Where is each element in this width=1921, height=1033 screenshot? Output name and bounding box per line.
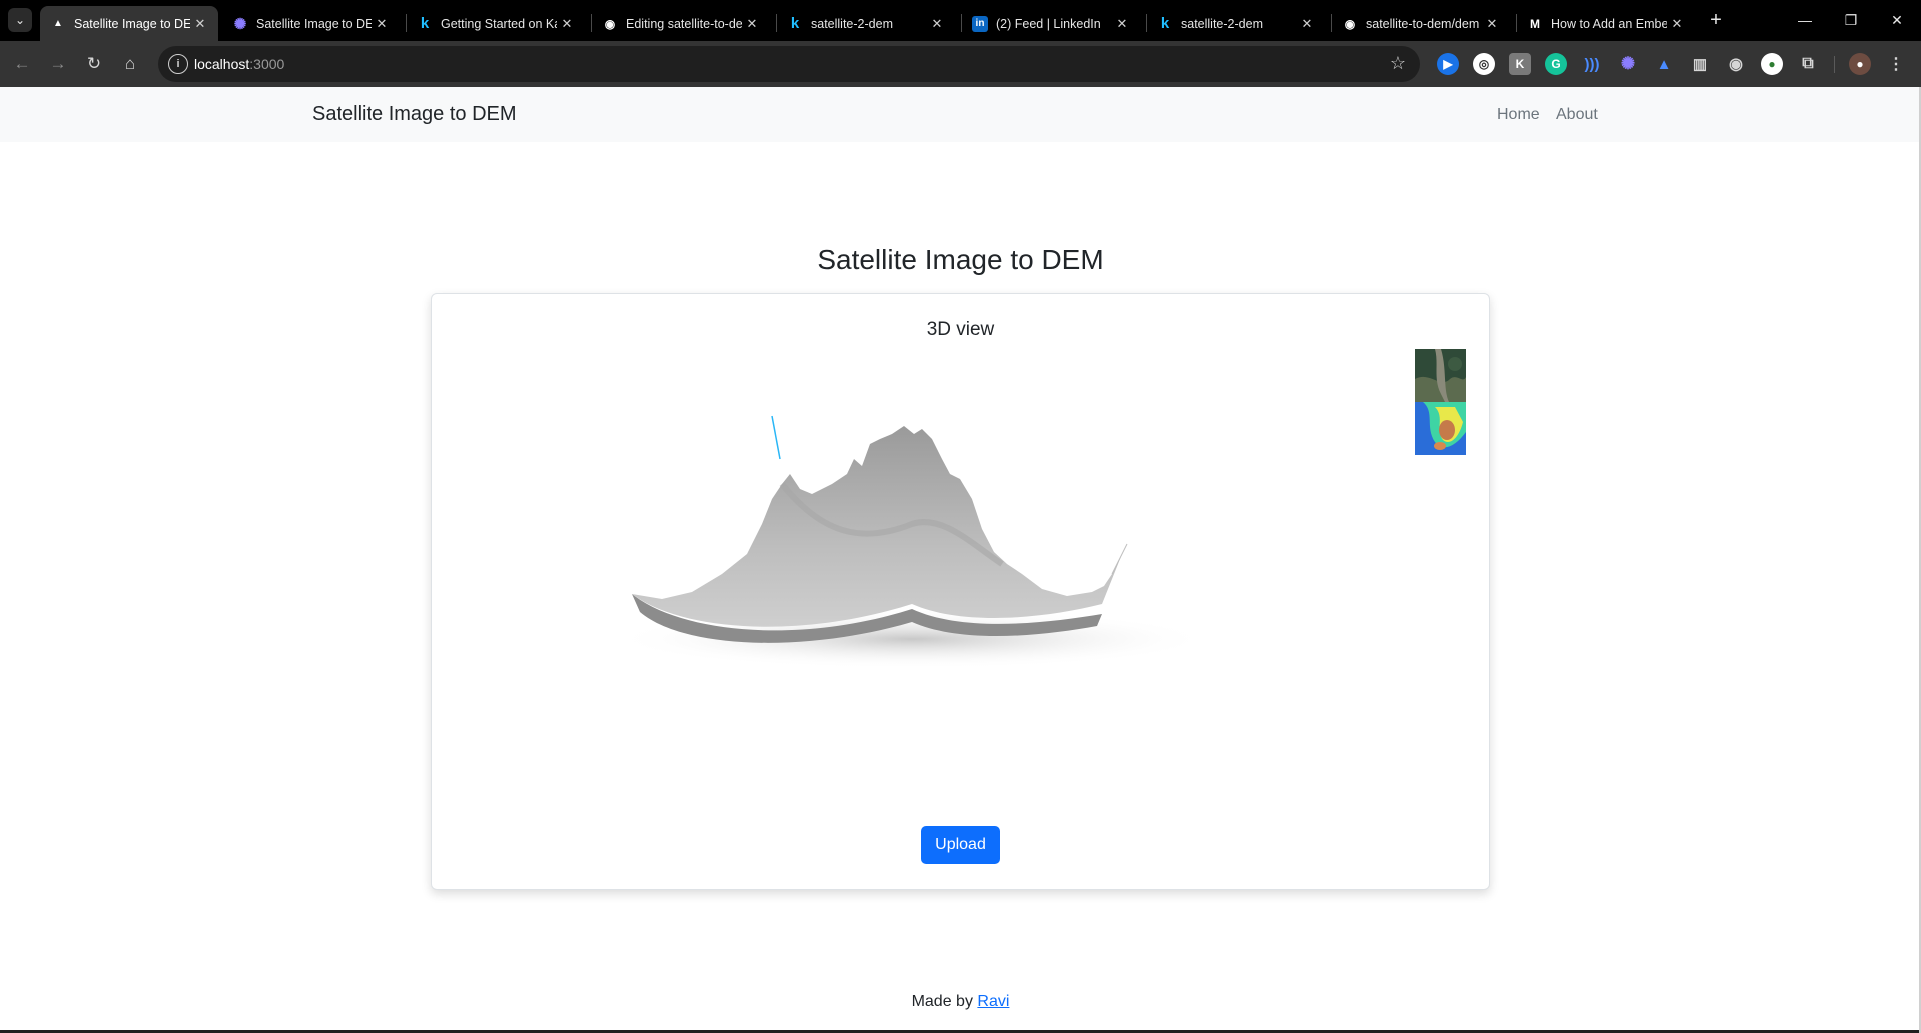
site-info-icon[interactable]: i xyxy=(168,54,188,74)
browser-tab-4[interactable]: ◉ Editing satellite-to-dem ✕ xyxy=(592,6,770,41)
extension-trash-icon[interactable]: ▥ xyxy=(1689,53,1711,75)
card-title: 3D view xyxy=(926,319,995,340)
close-icon[interactable]: ✕ xyxy=(927,14,947,34)
close-icon[interactable]: ✕ xyxy=(190,14,210,34)
plus-icon: + xyxy=(1710,8,1722,31)
close-icon[interactable]: ✕ xyxy=(1297,14,1317,34)
toolbar-separator xyxy=(1834,56,1835,73)
navbar-brand[interactable]: Satellite Image to DEM xyxy=(312,103,517,126)
starburst-icon: ✺ xyxy=(233,15,247,33)
tab-title: (2) Feed | LinkedIn xyxy=(996,16,1101,31)
address-bar[interactable]: i localhost:3000 ☆ xyxy=(158,46,1420,82)
axis-marker xyxy=(771,415,781,460)
bookmark-star-icon[interactable]: ☆ xyxy=(1390,53,1406,74)
browser-tab-8[interactable]: ◉ satellite-to-dem/dem ✕ xyxy=(1332,6,1510,41)
kaggle-icon: k xyxy=(790,15,800,32)
close-icon[interactable]: ✕ xyxy=(1667,14,1687,34)
close-icon: ✕ xyxy=(1891,11,1903,28)
browser-tab-7[interactable]: k satellite-2-dem ✕ xyxy=(1147,6,1325,41)
restore-icon: ❐ xyxy=(1844,11,1858,28)
tab-title: How to Add an Embed xyxy=(1551,16,1667,31)
minimize-button[interactable]: — xyxy=(1782,0,1828,40)
close-icon[interactable]: ✕ xyxy=(1112,14,1132,34)
linkedin-icon: in xyxy=(972,15,988,32)
extension-circle-icon[interactable]: ◎ xyxy=(1473,53,1495,75)
extension-wave-icon[interactable]: ))) xyxy=(1581,53,1603,75)
tab-title: satellite-to-dem/dem xyxy=(1366,16,1480,31)
kaggle-icon: k xyxy=(1160,15,1170,32)
medium-icon: M xyxy=(1530,16,1540,31)
close-icon[interactable]: ✕ xyxy=(372,14,392,34)
dem-heatmap-thumbnail[interactable] xyxy=(1415,402,1466,455)
url-text[interactable]: localhost:3000 xyxy=(194,56,284,72)
browser-tab-3[interactable]: k Getting Started on Kaggle ✕ xyxy=(407,6,585,41)
satellite-thumbnail[interactable] xyxy=(1415,349,1466,402)
tab-title: Satellite Image to DEM xyxy=(74,16,190,31)
tab-title: Editing satellite-to-dem xyxy=(626,16,742,31)
extension-globe-icon[interactable]: ● xyxy=(1761,53,1783,75)
reload-button[interactable]: ↻ xyxy=(80,50,108,78)
terrain-3d-view[interactable] xyxy=(622,404,1222,674)
browser-tab-2[interactable]: ✺ Satellite Image to DEM ✕ xyxy=(222,6,400,41)
profile-avatar[interactable]: ● xyxy=(1849,53,1871,75)
chevron-down-icon: ⌄ xyxy=(14,13,26,27)
url-host: localhost xyxy=(194,56,250,72)
tab-title: Satellite Image to DEM xyxy=(256,16,372,31)
tab-title: satellite-2-dem xyxy=(811,16,893,31)
tab-search-button[interactable]: ⌄ xyxy=(8,8,32,32)
triangle-icon: ▲ xyxy=(53,18,63,29)
grammarly-icon[interactable]: G xyxy=(1545,53,1567,75)
extension-play-icon[interactable]: ▶ xyxy=(1437,53,1459,75)
extension-k-icon[interactable]: K xyxy=(1509,53,1531,75)
viewer-card: 3D view Upload xyxy=(431,293,1490,890)
footer-prefix: Made by xyxy=(911,993,978,1010)
browser-tab-9[interactable]: M How to Add an Embed ✕ xyxy=(1517,6,1695,41)
footer: Made by Ravi xyxy=(0,993,1921,1011)
home-button[interactable]: ⌂ xyxy=(116,50,144,78)
window-close-button[interactable]: ✕ xyxy=(1874,0,1920,40)
url-port: :3000 xyxy=(249,56,285,72)
extension-triangle-icon[interactable]: ▲ xyxy=(1653,53,1675,75)
reload-icon: ↻ xyxy=(86,54,102,73)
home-icon: ⌂ xyxy=(124,54,136,73)
terrain-surface xyxy=(632,426,1122,627)
page-viewport: Satellite Image to DEM Home About Satell… xyxy=(0,87,1921,1033)
browser-tab-6[interactable]: in (2) Feed | LinkedIn ✕ xyxy=(962,6,1140,41)
github-icon: ◉ xyxy=(604,16,616,31)
minimize-icon: — xyxy=(1798,12,1812,28)
nav-link-about[interactable]: About xyxy=(1556,106,1598,124)
browser-toolbar: ← → ↻ ⌂ i localhost:3000 ☆ ▶ ◎ K G ))) ✺… xyxy=(0,41,1921,87)
site-navbar: Satellite Image to DEM Home About xyxy=(0,87,1921,142)
edge-marker xyxy=(1111,543,1128,575)
close-icon[interactable]: ✕ xyxy=(1482,14,1502,34)
new-tab-button[interactable]: + xyxy=(1704,8,1728,32)
upload-button[interactable]: Upload xyxy=(921,826,1000,864)
extensions-puzzle-icon[interactable]: ⧉ xyxy=(1797,53,1819,75)
github-icon: ◉ xyxy=(1344,16,1356,31)
author-link[interactable]: Ravi xyxy=(977,993,1009,1010)
close-icon[interactable]: ✕ xyxy=(557,14,577,34)
page-title: Satellite Image to DEM xyxy=(817,244,1104,275)
browser-tab-5[interactable]: k satellite-2-dem ✕ xyxy=(777,6,955,41)
browser-menu-icon[interactable]: ⋮ xyxy=(1885,53,1907,75)
extension-target-icon[interactable]: ◉ xyxy=(1725,53,1747,75)
back-button[interactable]: ← xyxy=(8,50,36,78)
restore-button[interactable]: ❐ xyxy=(1828,0,1874,40)
browser-tab-strip: ⌄ ▲ Satellite Image to DEM ✕ ✺ Satellite… xyxy=(0,0,1921,41)
thumbnail-stack xyxy=(1415,349,1466,455)
forward-button[interactable]: → xyxy=(44,50,72,78)
arrow-right-icon: → xyxy=(49,54,67,73)
arrow-left-icon: ← xyxy=(13,54,31,73)
extension-starburst-icon[interactable]: ✺ xyxy=(1617,53,1639,75)
kaggle-icon: k xyxy=(420,15,430,32)
nav-link-home[interactable]: Home xyxy=(1497,106,1540,124)
close-icon[interactable]: ✕ xyxy=(742,14,762,34)
tab-title: satellite-2-dem xyxy=(1181,16,1263,31)
browser-tab-1[interactable]: ▲ Satellite Image to DEM ✕ xyxy=(40,6,218,41)
tab-title: Getting Started on Kaggle xyxy=(441,16,557,31)
